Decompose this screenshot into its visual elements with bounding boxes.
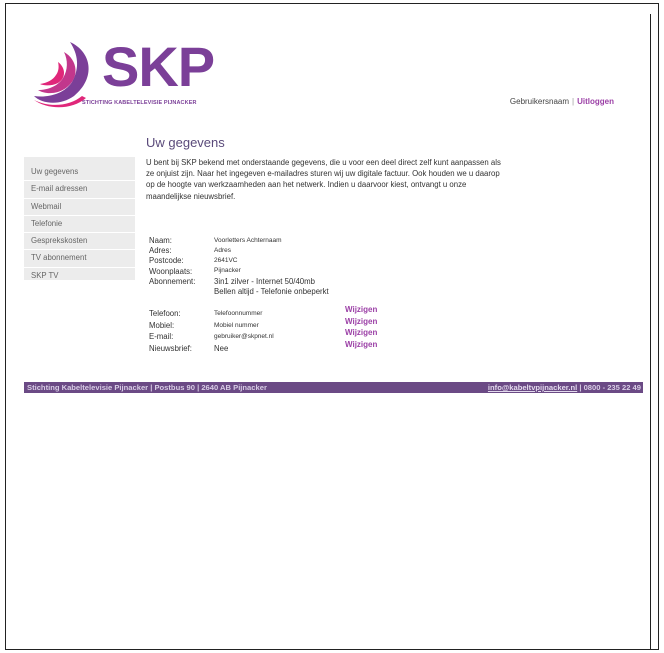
edit-phone-link[interactable]: Wijzigen <box>345 305 377 314</box>
newsletter-label: Nieuwsbrief: <box>149 343 192 353</box>
logo-tagline: STICHTING KABELTELEVISIE PIJNACKER <box>82 100 197 106</box>
frame-divider <box>650 14 651 650</box>
address-value: Adres <box>214 247 231 255</box>
userbar-separator: | <box>572 97 575 106</box>
sidebar-item-telefonie[interactable]: Telefonie <box>24 216 135 234</box>
footer-email-link[interactable]: info@kabeltvpijnacker.nl <box>488 383 577 392</box>
footer-contact: info@kabeltvpijnacker.nl | 0800 - 235 22… <box>488 382 641 393</box>
skp-logo[interactable]: SKP STICHTING KABELTELEVISIE PIJNACKER <box>30 35 230 110</box>
mobile-label: Mobiel: <box>149 320 175 330</box>
footer-address: Stichting Kabeltelevisie Pijnacker | Pos… <box>27 383 267 392</box>
sidebar-item-tv-abonnement[interactable]: TV abonnement <box>24 250 135 268</box>
footer-phone: | 0800 - 235 22 49 <box>579 383 641 392</box>
page-title: Uw gegevens <box>146 135 225 150</box>
newsletter-value: Nee <box>214 343 229 353</box>
sidebar-item-email-adressen[interactable]: E-mail adressen <box>24 181 135 199</box>
footer-bar: Stichting Kabeltelevisie Pijnacker | Pos… <box>24 382 643 393</box>
sidebar-item-skp-tv[interactable]: SKP TV <box>24 268 135 286</box>
city-value: Pijnacker <box>214 266 241 274</box>
user-bar: Gebruikersnaam | Uitloggen <box>510 97 614 106</box>
edit-mobile-link[interactable]: Wijzigen <box>345 317 377 326</box>
name-label: Naam: <box>149 236 172 245</box>
edit-newsletter-link[interactable]: Wijzigen <box>345 340 377 349</box>
sidebar-nav: Uw gegevens E-mail adressen Webmail Tele… <box>24 157 135 286</box>
postcode-value: 2641VC <box>214 257 238 265</box>
phone-label: Telefoon: <box>149 309 181 318</box>
phone-value: Telefoonnummer <box>214 310 263 317</box>
sidebar-item-gesprekskosten[interactable]: Gesprekskosten <box>24 233 135 251</box>
logout-link[interactable]: Uitloggen <box>577 97 614 106</box>
subscription-line-2: Bellen altijd - Telefonie onbeperkt <box>214 286 329 296</box>
email-label: E-mail: <box>149 332 174 342</box>
postcode-label: Postcode: <box>149 256 184 266</box>
name-value: Voorletters Achternaam <box>214 237 282 244</box>
email-value: gebruiker@skpnet.nl <box>214 333 274 341</box>
sidebar-item-uw-gegevens[interactable]: Uw gegevens <box>24 164 135 182</box>
intro-text: U bent bij SKP bekend met onderstaande g… <box>146 158 501 201</box>
mobile-value: Mobiel nummer <box>214 321 259 329</box>
username: Gebruikersnaam <box>509 97 570 106</box>
address-label: Adres: <box>149 246 172 256</box>
subscription-line-1: 3in1 zilver - Internet 50/40mb <box>214 276 315 286</box>
subscription-label: Abonnement: <box>149 276 196 286</box>
logo-wordmark: SKP <box>102 35 215 98</box>
edit-email-link[interactable]: Wijzigen <box>345 328 377 337</box>
city-label: Woonplaats: <box>149 266 193 276</box>
sidebar-item-webmail[interactable]: Webmail <box>24 199 135 216</box>
